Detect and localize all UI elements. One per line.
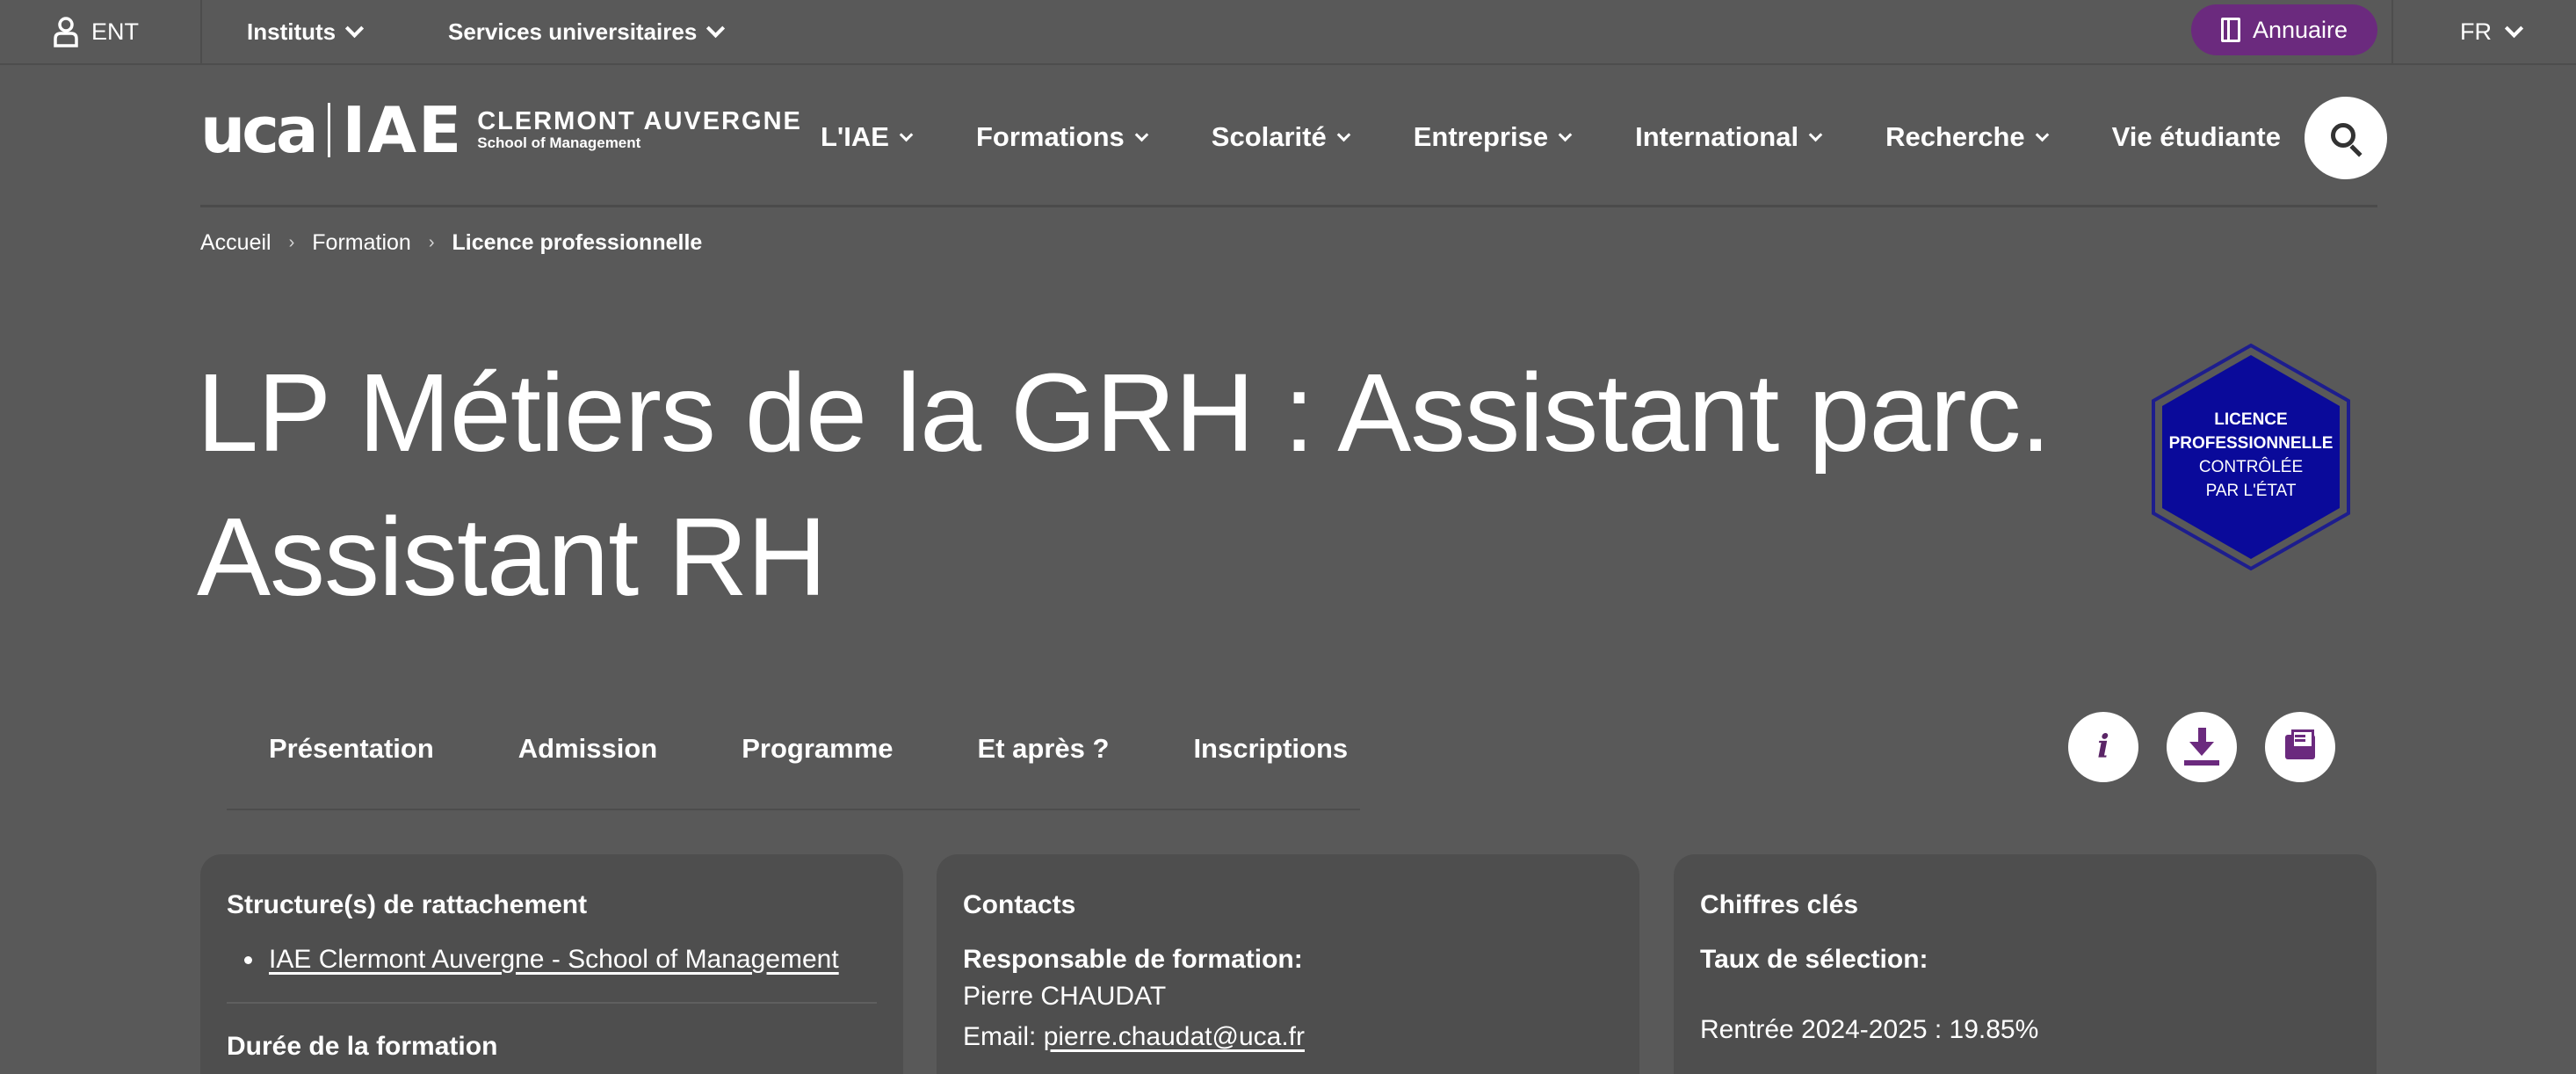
chevron-down-icon <box>1558 127 1573 142</box>
ent-label: ENT <box>91 18 139 45</box>
download-button[interactable] <box>2167 712 2237 782</box>
page-title: LP Métiers de la GRH : Assistant parc. A… <box>197 351 2051 619</box>
services-dropdown[interactable]: Services universitaires <box>448 12 726 51</box>
nav-item-scolarite[interactable]: Scolarité <box>1211 121 1351 153</box>
services-label: Services universitaires <box>448 18 698 45</box>
tab-presentation[interactable]: Présentation <box>269 733 434 765</box>
main-navigation: L'IAE Formations Scolarité Entreprise In… <box>821 112 2281 162</box>
manager-name: Pierre CHAUDAT <box>963 982 1167 1011</box>
structure-link[interactable]: IAE Clermont Auvergne - School of Manage… <box>269 945 839 974</box>
user-icon <box>54 17 78 47</box>
selection-rate-label: Taux de sélection: <box>1700 945 1928 974</box>
section-tabs: Présentation Admission Programme Et aprè… <box>269 726 1348 772</box>
key-figures-title: Chiffres clés <box>1700 890 1859 919</box>
nav-item-label: Formations <box>975 121 1125 152</box>
logo-subtitle: CLERMONT AUVERGNE School of Management <box>477 106 802 153</box>
ent-link[interactable]: ENT <box>53 12 139 51</box>
badge-text: LICENCE PROFESSIONNELLE CONTRÔLÉE PAR L'… <box>2151 408 2351 503</box>
contacts-title: Contacts <box>963 890 1076 919</box>
chevron-down-icon <box>1336 127 1351 142</box>
nav-item-label: Recherche <box>1885 121 2025 152</box>
duration-title: Durée de la formation <box>227 1032 498 1061</box>
chevron-down-icon <box>899 127 914 142</box>
badge-line-1: LICENCE <box>2214 410 2288 429</box>
logo-iae: IAE <box>342 93 464 167</box>
directory-label: Annuaire <box>2252 16 2348 43</box>
structure-card: Structure(s) de rattachement IAE Clermon… <box>200 854 903 1074</box>
language-label: FR <box>2460 18 2492 45</box>
nav-item-label: Scolarité <box>1211 121 1327 152</box>
info-button[interactable]: i <box>2068 712 2138 782</box>
nav-item-label: Entreprise <box>1413 121 1549 152</box>
breadcrumb-formation[interactable]: Formation <box>312 230 411 256</box>
contacts-card: Contacts Responsable de formation: Pierr… <box>937 854 1639 1074</box>
search-button[interactable] <box>2305 97 2387 179</box>
utility-bar: ENT Instituts Services universitaires An… <box>0 0 2576 65</box>
chevron-down-icon <box>2504 18 2524 38</box>
book-icon <box>2220 18 2240 42</box>
contact-button[interactable] <box>2265 712 2335 782</box>
download-icon <box>2184 728 2219 766</box>
chevron-down-icon <box>1134 127 1149 142</box>
email-prefix: Email: <box>963 1022 1037 1051</box>
email-row: Email: pierre.chaudat@uca.fr <box>963 1016 1613 1058</box>
card-divider <box>227 1002 877 1004</box>
tab-admission[interactable]: Admission <box>518 733 657 765</box>
structure-title: Structure(s) de rattachement <box>227 890 588 919</box>
badge-line-4: PAR L'ÉTAT <box>2205 482 2297 500</box>
language-selector[interactable]: FR <box>2460 12 2524 51</box>
topbar-divider <box>2391 0 2393 65</box>
structure-list: IAE Clermont Auvergne - School of Manage… <box>227 944 877 976</box>
badge-line-2: PROFESSIONNELLE <box>2168 434 2334 453</box>
institutes-dropdown[interactable]: Instituts <box>247 12 365 51</box>
search-icon <box>2331 123 2355 148</box>
breadcrumb-home[interactable]: Accueil <box>200 230 271 256</box>
badge-line-3: CONTRÔLÉE <box>2198 458 2304 476</box>
topbar-divider <box>200 0 202 65</box>
nav-item-label: International <box>1635 121 1799 152</box>
nav-item-entreprise[interactable]: Entreprise <box>1413 121 1573 153</box>
nav-item-formations[interactable]: Formations <box>975 121 1149 153</box>
mail-icon <box>2285 729 2315 759</box>
logo-line-2: School of Management <box>477 134 641 152</box>
nav-item-label: Vie étudiante <box>2111 121 2281 152</box>
breadcrumb-separator: › <box>428 232 435 252</box>
tabs-divider <box>227 809 1360 810</box>
manager-label: Responsable de formation: <box>963 945 1303 974</box>
tab-programme[interactable]: Programme <box>742 733 893 765</box>
logo-uca: uca <box>200 93 319 167</box>
header-divider <box>200 205 2377 207</box>
chevron-down-icon <box>345 18 365 38</box>
breadcrumb: Accueil › Formation › Licence profession… <box>200 227 702 258</box>
site-logo[interactable]: uca IAE CLERMONT AUVERGNE School of Mana… <box>200 98 802 162</box>
list-item: IAE Clermont Auvergne - School of Manage… <box>227 944 877 976</box>
tab-et-apres[interactable]: Et après ? <box>978 733 1110 765</box>
nav-item-iae[interactable]: L'IAE <box>821 121 914 153</box>
info-icon: i <box>2097 729 2109 766</box>
licence-badge: LICENCE PROFESSIONNELLE CONTRÔLÉE PAR L'… <box>2151 343 2351 571</box>
key-figures-card: Chiffres clés Taux de sélection: Rentrée… <box>1674 854 2377 1074</box>
nav-item-recherche[interactable]: Recherche <box>1885 121 2049 153</box>
email-link[interactable]: pierre.chaudat@uca.fr <box>1044 1022 1305 1051</box>
tab-inscriptions[interactable]: Inscriptions <box>1193 733 1348 765</box>
directory-button[interactable]: Annuaire <box>2191 4 2377 55</box>
breadcrumb-separator: › <box>288 232 295 252</box>
institutes-label: Instituts <box>247 18 336 45</box>
chevron-down-icon <box>2035 127 2049 142</box>
chevron-down-icon <box>1808 127 1823 142</box>
nav-item-international[interactable]: International <box>1635 121 1823 153</box>
chevron-down-icon <box>706 18 726 38</box>
logo-line-1: CLERMONT AUVERGNE <box>477 106 802 135</box>
nav-item-label: L'IAE <box>821 121 889 152</box>
nav-item-vie-etudiante[interactable]: Vie étudiante <box>2112 121 2281 153</box>
logo-divider <box>327 103 330 157</box>
selection-rate-value: Rentrée 2024-2025 : 19.85% <box>1700 1015 2039 1044</box>
breadcrumb-current: Licence professionnelle <box>452 229 703 255</box>
